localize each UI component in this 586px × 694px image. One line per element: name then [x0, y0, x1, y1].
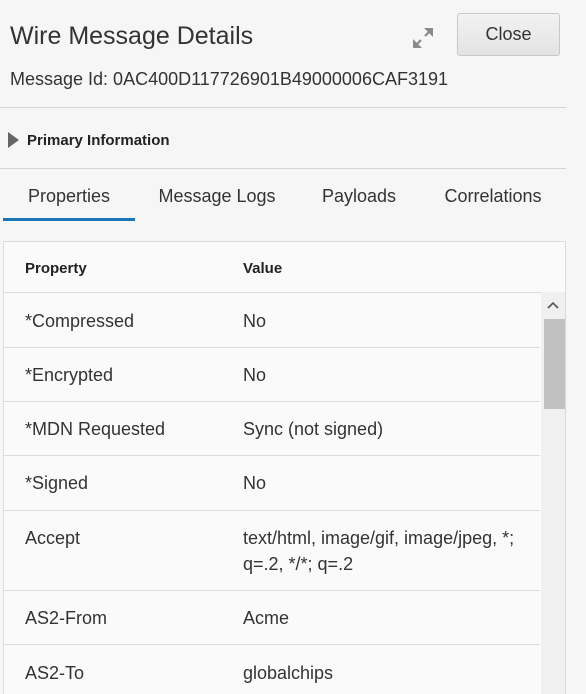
- section-divider: [0, 168, 566, 169]
- column-header-property: Property: [25, 260, 87, 277]
- section-label: Primary Information: [27, 131, 170, 149]
- property-cell: Accept: [25, 528, 81, 548]
- expand-icon[interactable]: [410, 25, 436, 51]
- scroll-thumb[interactable]: [544, 319, 565, 409]
- table-header: Property Value: [4, 242, 565, 293]
- chevron-up-icon: [547, 301, 559, 309]
- close-button[interactable]: Close: [457, 13, 560, 56]
- value-cell: No: [243, 311, 267, 331]
- table-row[interactable]: *Encrypted No: [4, 348, 540, 402]
- table-row[interactable]: AS2-From Acme: [4, 591, 540, 645]
- tab-properties[interactable]: Properties: [3, 176, 135, 221]
- tab-message-logs[interactable]: Message Logs: [148, 176, 286, 220]
- primary-information-toggle[interactable]: Primary Information: [8, 126, 170, 154]
- dialog-header: Wire Message Details Close Message Id: 0…: [0, 0, 586, 108]
- value-cell: No: [243, 365, 267, 385]
- value-cell: No: [243, 473, 267, 493]
- scroll-up-button[interactable]: [541, 292, 565, 318]
- column-header-value: Value: [243, 260, 283, 277]
- table-row[interactable]: *MDN Requested Sync (not signed): [4, 402, 540, 456]
- property-cell: *MDN Requested: [25, 419, 166, 439]
- table-row[interactable]: AS2-To globalchips: [4, 645, 540, 694]
- table-body: *Compressed No *Encrypted No *MDN Reques…: [4, 293, 540, 694]
- properties-table: Property Value *Compressed No *Encrypted…: [3, 241, 566, 694]
- tab-bar: Properties Message Logs Payloads Correla…: [0, 176, 566, 222]
- expand-triangle-icon: [8, 132, 19, 148]
- table-row[interactable]: Accept text/html, image/gif, image/jpeg,…: [4, 511, 540, 591]
- property-cell: *Encrypted: [25, 365, 114, 385]
- property-cell: AS2-From: [25, 608, 108, 628]
- value-cell: Acme: [243, 608, 290, 628]
- tab-payloads[interactable]: Payloads: [310, 176, 408, 220]
- property-cell: *Signed: [25, 473, 89, 493]
- table-row[interactable]: *Compressed No: [4, 293, 540, 348]
- value-cell: Sync (not signed): [243, 419, 384, 439]
- value-cell: text/html, image/gif, image/jpeg, *; q=.…: [243, 528, 515, 574]
- dialog-title: Wire Message Details: [10, 22, 254, 50]
- vertical-scrollbar[interactable]: [541, 292, 565, 694]
- property-cell: *Compressed: [25, 311, 135, 331]
- header-divider: [0, 107, 566, 108]
- value-cell: globalchips: [243, 663, 334, 683]
- table-row[interactable]: *Signed No: [4, 456, 540, 511]
- message-id: Message Id: 0AC400D117726901B49000006CAF…: [10, 69, 448, 89]
- property-cell: AS2-To: [25, 663, 85, 683]
- tab-correlations[interactable]: Correlations: [432, 176, 554, 220]
